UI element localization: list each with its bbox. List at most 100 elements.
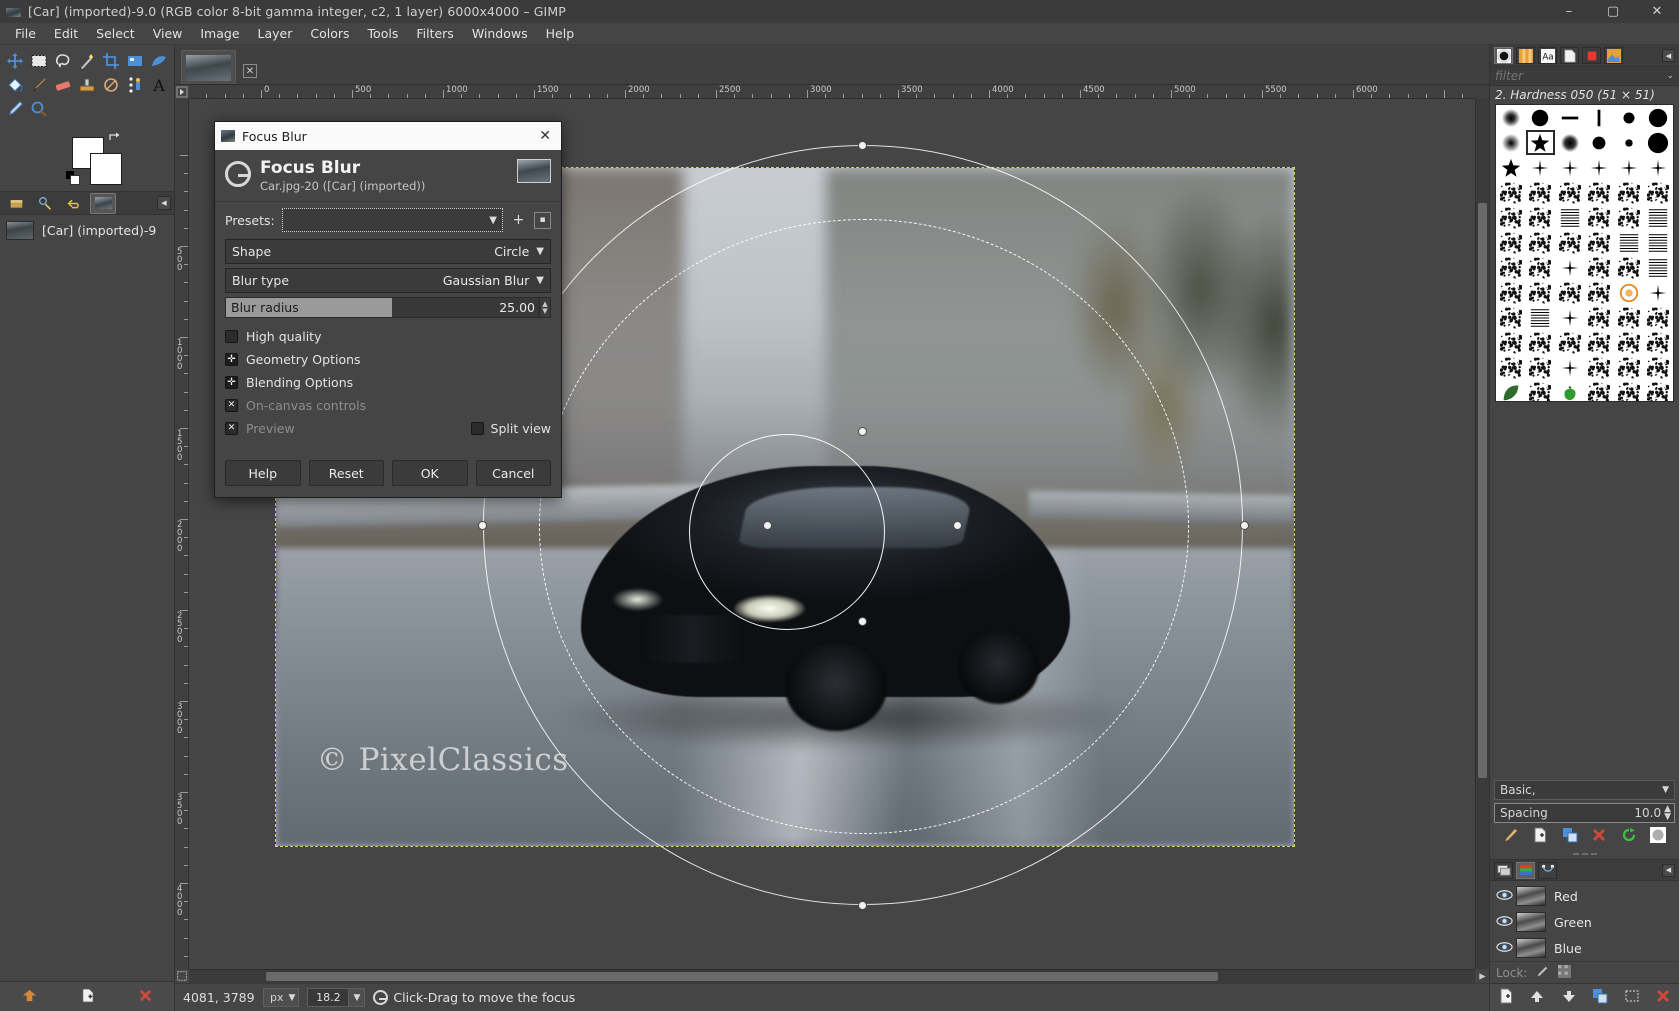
horizontal-scroll-thumb[interactable]: [266, 972, 1218, 981]
menu-filters[interactable]: Filters: [407, 24, 462, 43]
raise-this-image-displays-icon[interactable]: [21, 987, 38, 1007]
delete-this-image-icon[interactable]: [137, 987, 154, 1007]
channels-tab[interactable]: [1516, 862, 1535, 879]
image-tab-car[interactable]: [181, 50, 236, 84]
help-button[interactable]: Help: [225, 460, 301, 486]
bucket-fill-tool-icon[interactable]: [3, 73, 27, 97]
eye-icon[interactable]: [1496, 941, 1514, 956]
brush-cell[interactable]: [1526, 280, 1556, 305]
brush-cell[interactable]: [1555, 280, 1585, 305]
brush-cell[interactable]: [1585, 105, 1615, 130]
geometry-options-row[interactable]: Geometry Options: [225, 348, 551, 371]
zoom-selector[interactable]: 18.2 ▼: [307, 988, 365, 1007]
brush-spacing-field[interactable]: Spacing 10.0 ▲▼: [1494, 803, 1675, 823]
brush-cell[interactable]: [1555, 130, 1585, 155]
high-quality-row[interactable]: High quality: [225, 325, 551, 348]
raise-channel-icon[interactable]: [1529, 988, 1545, 1007]
quick-mask-toggle-icon[interactable]: [175, 969, 189, 983]
menu-help[interactable]: Help: [537, 24, 584, 43]
brush-cell[interactable]: [1526, 305, 1556, 330]
dock-resize-grip[interactable]: [1490, 849, 1679, 859]
brush-cell[interactable]: [1644, 105, 1674, 130]
brush-cell[interactable]: [1526, 355, 1556, 380]
delete-channel-icon[interactable]: [1655, 988, 1671, 1007]
brush-cell[interactable]: [1555, 355, 1585, 380]
toolbox-dock-menu-button[interactable]: [157, 196, 171, 210]
brush-cell[interactable]: [1526, 330, 1556, 355]
minimize-button[interactable]: –: [1547, 0, 1591, 23]
create-new-display-icon[interactable]: [79, 987, 96, 1007]
menu-view[interactable]: View: [144, 24, 192, 43]
new-brush-icon[interactable]: [1532, 827, 1548, 846]
paths-tab[interactable]: [1538, 862, 1557, 879]
brush-cell[interactable]: [1585, 180, 1615, 205]
brush-cell[interactable]: [1555, 105, 1585, 130]
brush-cell[interactable]: [1526, 205, 1556, 230]
brush-tag-selector[interactable]: Basic, ▼: [1494, 780, 1675, 800]
brush-cell[interactable]: [1644, 380, 1674, 402]
move-tool-icon[interactable]: [3, 49, 27, 73]
channel-to-selection-icon[interactable]: [1624, 988, 1640, 1007]
reset-colors-icon[interactable]: [66, 171, 79, 184]
brush-cell[interactable]: [1614, 230, 1644, 255]
expander-icon[interactable]: [225, 376, 238, 389]
open-brush-as-image-icon[interactable]: [1650, 827, 1666, 846]
menu-tools[interactable]: Tools: [359, 24, 408, 43]
chevron-down-icon[interactable]: ▼: [348, 989, 364, 1006]
brush-cell[interactable]: [1496, 380, 1526, 402]
horizontal-ruler[interactable]: 0500100015002000250030003500400045005000…: [189, 85, 1475, 99]
brushes-dock-menu-button[interactable]: ◀: [1662, 49, 1675, 62]
spacing-value[interactable]: 10.0: [1634, 806, 1661, 820]
focus-handle-bottom[interactable]: [858, 901, 867, 910]
high-quality-checkbox[interactable]: [225, 330, 238, 343]
brush-cell[interactable]: [1614, 355, 1644, 380]
ok-button[interactable]: OK: [392, 460, 468, 486]
zoom-tool-icon[interactable]: [27, 97, 51, 121]
expander-icon[interactable]: [225, 353, 238, 366]
brush-cell[interactable]: [1614, 155, 1644, 180]
eraser-tool-icon[interactable]: [51, 73, 75, 97]
ruler-origin-button[interactable]: [175, 85, 189, 99]
presets-combobox[interactable]: ▼: [282, 208, 503, 232]
brush-cell[interactable]: [1585, 280, 1615, 305]
patterns-tab[interactable]: [1516, 47, 1535, 64]
focus-inner-handle-bottom[interactable]: [858, 617, 867, 626]
cancel-button[interactable]: Cancel: [476, 460, 552, 486]
menu-edit[interactable]: Edit: [45, 24, 87, 43]
brush-cell[interactable]: [1496, 355, 1526, 380]
brush-cell[interactable]: [1496, 105, 1526, 130]
add-preset-button[interactable]: +: [510, 212, 527, 229]
brush-cell[interactable]: [1526, 255, 1556, 280]
refresh-brushes-icon[interactable]: [1621, 827, 1637, 846]
brush-cell[interactable]: [1496, 205, 1526, 230]
tool-options-tab[interactable]: [3, 193, 29, 214]
on-canvas-controls-row[interactable]: On-canvas controls: [225, 394, 551, 417]
brush-cell[interactable]: [1555, 255, 1585, 280]
paintbrush-tool-icon[interactable]: [27, 73, 51, 97]
menu-select[interactable]: Select: [87, 24, 144, 43]
brush-cell[interactable]: [1614, 130, 1644, 155]
table-row[interactable]: Blue: [1490, 935, 1679, 961]
brush-cell[interactable]: [1644, 130, 1674, 155]
on-canvas-controls-checkbox[interactable]: [225, 399, 238, 412]
smudge-tool-icon[interactable]: [99, 73, 123, 97]
brush-cell[interactable]: [1555, 205, 1585, 230]
lock-alpha-icon[interactable]: [1558, 965, 1571, 981]
vertical-scroll-thumb[interactable]: [1478, 203, 1487, 777]
unified-transform-tool-icon[interactable]: [123, 49, 147, 73]
close-tab-icon[interactable]: ✕: [243, 64, 257, 78]
brush-cell[interactable]: [1644, 355, 1674, 380]
table-row[interactable]: Green: [1490, 909, 1679, 935]
images-tab[interactable]: [1604, 47, 1623, 64]
blending-options-row[interactable]: Blending Options: [225, 371, 551, 394]
brush-cell[interactable]: [1496, 280, 1526, 305]
brush-cell[interactable]: [1526, 105, 1556, 130]
brush-cell[interactable]: [1614, 280, 1644, 305]
rectangle-select-tool-icon[interactable]: [27, 49, 51, 73]
free-select-tool-icon[interactable]: [51, 49, 75, 73]
chevron-down-icon[interactable]: ⌄: [1666, 71, 1674, 81]
navigate-canvas-button[interactable]: [1475, 969, 1489, 983]
lock-pixels-icon[interactable]: [1536, 965, 1549, 981]
brush-cell[interactable]: [1555, 305, 1585, 330]
brush-cell[interactable]: [1526, 380, 1556, 402]
